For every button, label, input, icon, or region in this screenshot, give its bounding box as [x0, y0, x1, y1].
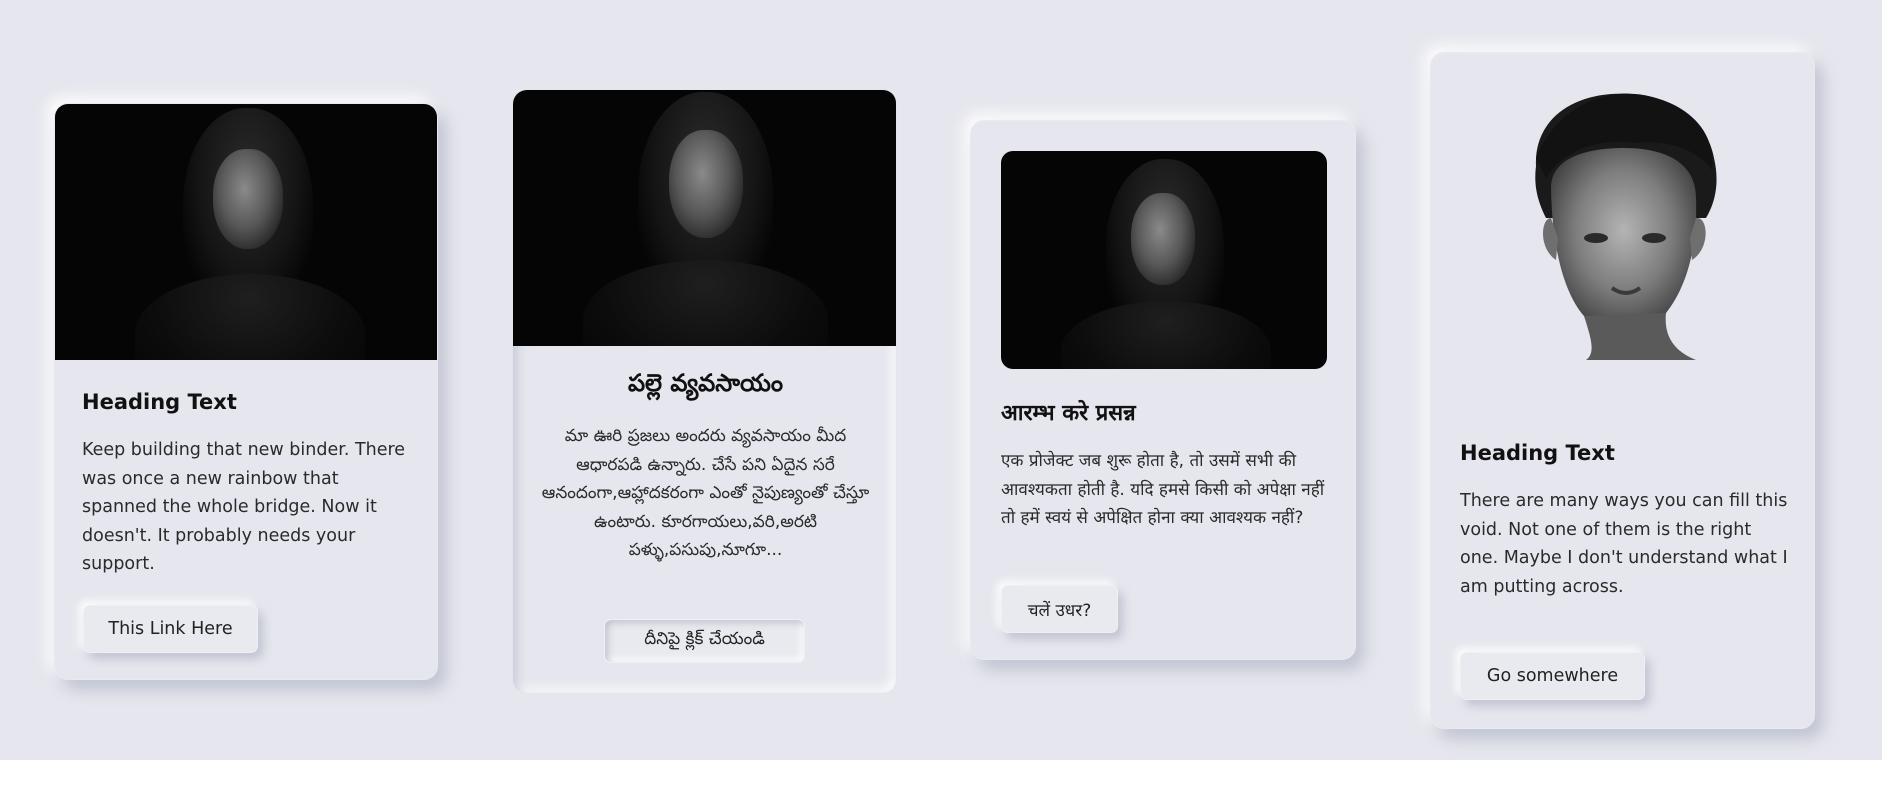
portrait-cutout-icon	[1535, 93, 1717, 360]
card-1-link-button[interactable]: This Link Here	[83, 605, 258, 653]
card-2: పల్లె వ్యవసాయం మా ఊరి ప్రజలు అందరు వ్యవస…	[512, 89, 897, 694]
card-2-click-button[interactable]: దీనిపై క్లిక్ చేయండి	[604, 619, 805, 663]
card-3-go-button[interactable]: चलें उधर?	[1001, 585, 1118, 633]
card-4-photo	[1516, 88, 1731, 360]
card-3-body: एक प्रोजेक्ट जब शुरू होता है, तो उसमें स…	[1001, 451, 1325, 528]
card-2-photo	[513, 90, 896, 346]
card-2-body: మా ఊరి ప్రజలు అందరు వ్యవసాయం మీద ఆధారపడి…	[541, 426, 870, 560]
page-background: Heading Text Keep building that new bind…	[0, 0, 1882, 760]
card-1: Heading Text Keep building that new bind…	[54, 103, 438, 680]
card-4-body: There are many ways you can fill this vo…	[1460, 491, 1788, 597]
card-4-go-somewhere-button[interactable]: Go somewhere	[1460, 652, 1645, 700]
card-1-heading: Heading Text	[82, 390, 237, 414]
card-4-heading: Heading Text	[1460, 441, 1615, 465]
card-3: आरम्भ करे प्रसन्न एक प्रोजेक्ट जब शुरू ह…	[970, 120, 1356, 660]
card-2-heading: పల్లె వ్యవసాయం	[627, 369, 784, 397]
card-4: Heading Text There are many ways you can…	[1430, 52, 1815, 729]
card-3-photo	[1001, 151, 1327, 369]
card-1-photo	[55, 104, 437, 360]
card-1-body: Keep building that new binder. There was…	[82, 440, 406, 574]
card-3-heading: आरम्भ करे प्रसन्न	[1001, 401, 1136, 426]
